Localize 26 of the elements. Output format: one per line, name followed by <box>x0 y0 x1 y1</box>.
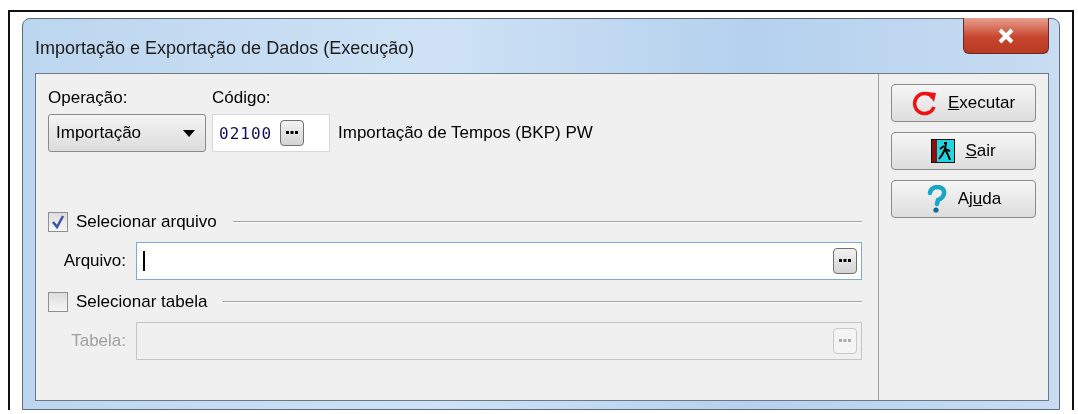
operation-dropdown[interactable]: Importação <box>48 114 206 152</box>
checkbox[interactable] <box>48 212 68 232</box>
field-label: Operação: <box>48 88 129 109</box>
help-button[interactable]: Ajuda <box>891 180 1036 218</box>
question-mark-icon <box>925 185 948 213</box>
code-description: Importação de Tempos (BKP) PW <box>338 123 593 143</box>
code-field[interactable]: 02100 <box>212 114 330 152</box>
checkbox-label: Selecionar tabela <box>76 292 208 312</box>
field-label: Tabela: <box>70 331 126 351</box>
field-label: Arquivo: <box>62 251 126 271</box>
ellipsis-icon <box>838 259 852 263</box>
close-button[interactable] <box>963 18 1049 54</box>
window-title: Importação e Exportação de Dados (Execução) <box>35 37 415 59</box>
field-label: Código: <box>212 88 271 109</box>
close-icon <box>997 27 1015 44</box>
ellipsis-icon <box>285 131 300 135</box>
dropdown-arrow-icon <box>183 129 195 137</box>
file-path-field[interactable] <box>136 242 862 280</box>
exit-button[interactable]: Sair <box>891 132 1036 170</box>
browse-button[interactable] <box>833 248 857 274</box>
browse-button[interactable] <box>280 120 305 146</box>
running-man-icon <box>931 139 956 163</box>
execute-button[interactable]: Executar <box>891 84 1036 122</box>
ellipsis-icon <box>838 339 852 343</box>
refresh-icon <box>911 90 938 116</box>
checkbox-label: Selecionar arquivo <box>76 212 217 232</box>
